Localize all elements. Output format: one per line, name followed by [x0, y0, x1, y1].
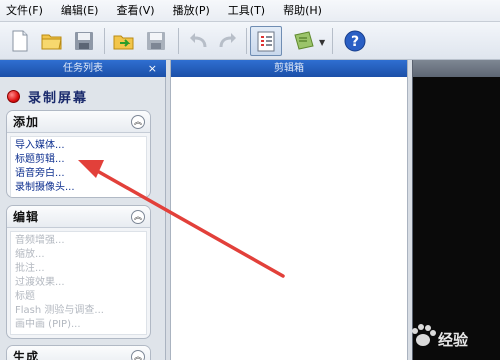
audio-enhance-link[interactable]: 音频增强...: [15, 234, 142, 248]
clip-bin-title: 剪辑箱: [274, 63, 304, 74]
collapse-icon[interactable]: ︽: [131, 350, 145, 360]
menu-tools[interactable]: 工具(T): [228, 0, 265, 22]
picture-in-picture-link[interactable]: 画中画 (PIP)...: [15, 318, 142, 332]
preview-panel: [412, 60, 500, 360]
help-icon[interactable]: ?: [343, 29, 367, 53]
voice-narration-link[interactable]: 语音旁白...: [15, 167, 142, 181]
menu-view[interactable]: 查看(V): [116, 0, 154, 22]
collapse-icon[interactable]: ︽: [131, 115, 145, 129]
undo-icon[interactable]: [186, 29, 210, 53]
menu-help[interactable]: 帮助(H): [283, 0, 322, 22]
callouts-link[interactable]: 批注...: [15, 262, 142, 276]
captions-link[interactable]: 标题: [15, 290, 142, 304]
clip-bin-panel: 剪辑箱: [170, 60, 408, 360]
record-icon: [7, 89, 20, 103]
open-folder-icon[interactable]: [40, 29, 64, 53]
record-screen-link[interactable]: 录制屏幕: [7, 87, 89, 106]
group-edit-title: 编辑: [7, 206, 150, 228]
toolbar-separator: [246, 28, 247, 54]
toolbar-separator: [104, 28, 105, 54]
zoom-link[interactable]: 缩放...: [15, 248, 142, 262]
group-edit: 编辑 ︽ 音频增强... 缩放... 批注... 过渡效果... 标题 Flas…: [6, 205, 151, 339]
title-clip-link[interactable]: 标题剪辑...: [15, 153, 142, 167]
group-add-title: 添加: [7, 111, 150, 133]
record-screen-label: 录制屏幕: [28, 90, 89, 106]
record-camera-link[interactable]: 录制摄像头...: [15, 181, 142, 195]
menu-file[interactable]: 文件(F): [6, 0, 43, 22]
transitions-link[interactable]: 过渡效果...: [15, 276, 142, 290]
preview-header: [413, 60, 500, 77]
watermark-text: 经验: [438, 331, 469, 349]
menu-bar: 文件(F) 编辑(E) 查看(V) 播放(P) 工具(T) 帮助(H): [0, 0, 500, 22]
watermark: 经验: [410, 318, 498, 356]
collapse-icon[interactable]: ︽: [131, 210, 145, 224]
save-disk-icon[interactable]: [72, 29, 96, 53]
menu-edit[interactable]: 编辑(E): [61, 0, 99, 22]
import-media-icon[interactable]: [112, 29, 136, 53]
task-list-panel: 任务列表 × 录制屏幕 添加 ︽ 导入媒体... 标题剪辑... 语音旁白...…: [0, 60, 166, 360]
group-produce-title: 生成: [7, 346, 150, 360]
new-document-icon[interactable]: [8, 29, 32, 53]
group-edit-list: 音频增强... 缩放... 批注... 过渡效果... 标题 Flash 测验与…: [10, 231, 147, 335]
svg-text:?: ?: [351, 34, 359, 50]
task-list-icon[interactable]: [254, 29, 278, 53]
chevron-down-icon[interactable]: ▼: [319, 38, 325, 47]
clip-bin-icon[interactable]: [292, 29, 316, 53]
import-media-link[interactable]: 导入媒体...: [15, 139, 142, 153]
toolbar-separator: [332, 28, 333, 54]
close-icon[interactable]: ×: [148, 60, 157, 77]
group-produce: 生成 ︽: [6, 345, 151, 360]
paw-logo-icon: 经验: [412, 324, 469, 349]
toolbar: ▼ ?: [0, 22, 500, 60]
save-project-icon[interactable]: [144, 29, 168, 53]
redo-icon[interactable]: [216, 29, 240, 53]
task-list-title: 任务列表: [63, 63, 103, 74]
flash-quiz-link[interactable]: Flash 测验与调查...: [15, 304, 142, 318]
group-add-list: 导入媒体... 标题剪辑... 语音旁白... 录制摄像头...: [10, 136, 147, 197]
task-list-header: 任务列表 ×: [0, 60, 166, 77]
group-add: 添加 ︽ 导入媒体... 标题剪辑... 语音旁白... 录制摄像头...: [6, 110, 151, 198]
toolbar-separator: [178, 28, 179, 54]
clip-bin-header: 剪辑箱: [171, 60, 407, 77]
menu-play[interactable]: 播放(P): [173, 0, 210, 22]
